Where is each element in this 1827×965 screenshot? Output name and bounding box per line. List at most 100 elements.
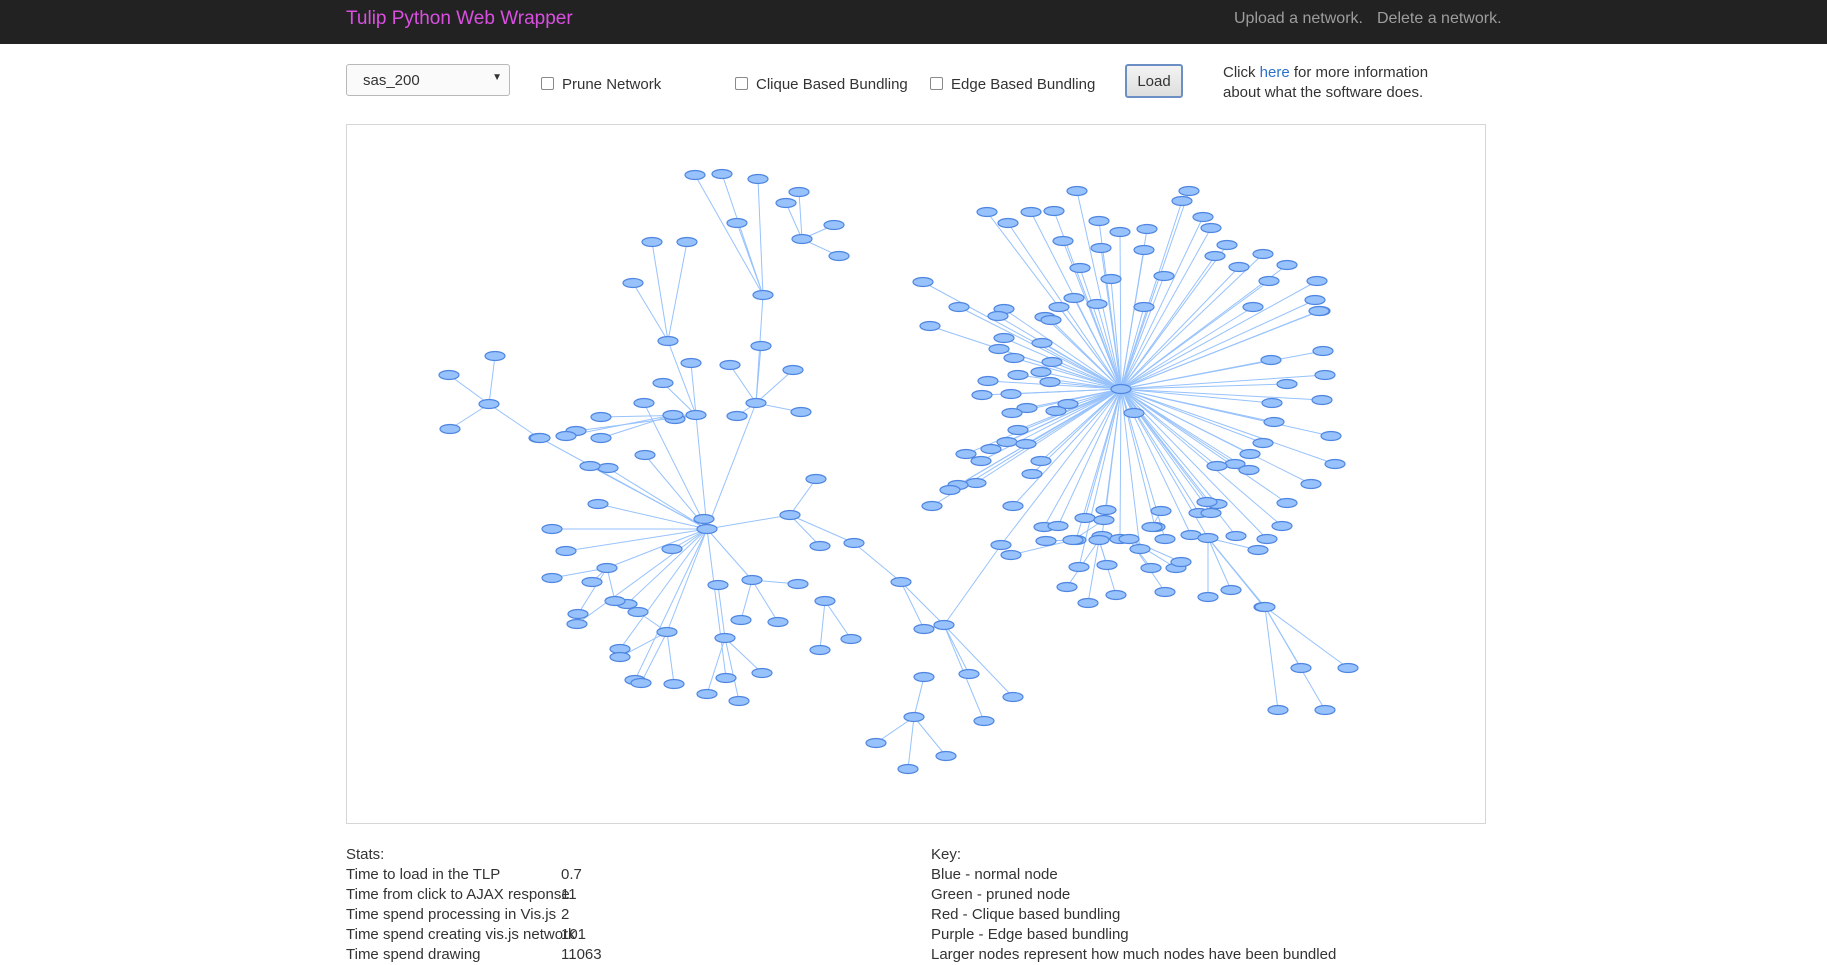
network-select[interactable]: sas_200 ▼ (346, 64, 510, 96)
graph-node[interactable] (1171, 195, 1193, 207)
graph-node[interactable] (1216, 239, 1238, 251)
graph-node[interactable] (1109, 226, 1131, 238)
graph-node[interactable] (973, 715, 995, 727)
graph-node[interactable] (1118, 533, 1140, 545)
graph-node[interactable] (1123, 407, 1145, 419)
graph-node[interactable] (596, 562, 618, 574)
graph-node[interactable] (555, 430, 577, 442)
graph-node[interactable] (1239, 448, 1261, 460)
graph-node[interactable] (1276, 497, 1298, 509)
graph-node[interactable] (990, 539, 1012, 551)
graph-node[interactable] (719, 359, 741, 371)
graph-node[interactable] (1276, 259, 1298, 271)
graph-node[interactable] (1015, 438, 1037, 450)
graph-node[interactable] (622, 277, 644, 289)
graph-node[interactable] (627, 606, 649, 618)
graph-node[interactable] (684, 169, 706, 181)
graph-node[interactable] (1096, 559, 1118, 571)
graph-node[interactable] (707, 579, 729, 591)
graph-node[interactable] (1088, 534, 1110, 546)
graph-node[interactable] (1290, 662, 1312, 674)
graph-node[interactable] (1200, 222, 1222, 234)
graph-node[interactable] (1220, 584, 1242, 596)
graph-node[interactable] (1068, 561, 1090, 573)
graph-node[interactable] (1337, 662, 1359, 674)
graph-node[interactable] (843, 537, 865, 549)
graph-node[interactable] (1192, 211, 1214, 223)
graph-node[interactable] (775, 197, 797, 209)
info-here-link[interactable]: here (1260, 64, 1290, 81)
graph-node[interactable] (1095, 504, 1117, 516)
graph-node[interactable] (751, 667, 773, 679)
graph-node[interactable] (1020, 206, 1042, 218)
graph-node[interactable] (726, 410, 748, 422)
graph-node[interactable] (541, 523, 563, 535)
graph-node[interactable] (1258, 275, 1280, 287)
graph-node[interactable] (1039, 376, 1061, 388)
graph-node[interactable] (661, 543, 683, 555)
graph-node[interactable] (685, 409, 707, 421)
graph-node[interactable] (997, 217, 1019, 229)
graph-node[interactable] (715, 672, 737, 684)
graph-node[interactable] (478, 398, 500, 410)
graph-node[interactable] (1308, 305, 1330, 317)
graph-node[interactable] (948, 301, 970, 313)
graph-node[interactable] (1267, 704, 1289, 716)
graph-node[interactable] (1069, 262, 1091, 274)
graph-node[interactable] (1021, 468, 1043, 480)
graph-node[interactable] (1100, 273, 1122, 285)
graph-node[interactable] (913, 671, 935, 683)
graph-node[interactable] (680, 357, 702, 369)
graph-node[interactable] (977, 375, 999, 387)
graph-node[interactable] (1133, 301, 1155, 313)
graph-node[interactable] (1320, 430, 1342, 442)
graph-node[interactable] (1090, 242, 1112, 254)
graph-node[interactable] (590, 432, 612, 444)
graph-node[interactable] (590, 411, 612, 423)
graph-node[interactable] (1030, 455, 1052, 467)
graph-node[interactable] (1045, 405, 1067, 417)
graph-node[interactable] (657, 335, 679, 347)
graph-node[interactable] (581, 576, 603, 588)
graph-node[interactable] (970, 455, 992, 467)
graph-node[interactable] (1254, 601, 1276, 613)
graph-node[interactable] (1000, 549, 1022, 561)
graph-node[interactable] (1110, 383, 1132, 395)
graph-node[interactable] (541, 572, 563, 584)
graph-node[interactable] (693, 513, 715, 525)
graph-node[interactable] (1063, 292, 1085, 304)
graph-node[interactable] (579, 460, 601, 472)
graph-node[interactable] (1242, 301, 1264, 313)
graph-node[interactable] (1263, 416, 1285, 428)
graph-node[interactable] (897, 763, 919, 775)
graph-node[interactable] (1306, 275, 1328, 287)
clique-bundling-checkbox[interactable] (735, 77, 748, 90)
graph-node[interactable] (1150, 505, 1172, 517)
graph-node[interactable] (1238, 464, 1260, 476)
graph-node[interactable] (1154, 533, 1176, 545)
graph-node[interactable] (484, 350, 506, 362)
graph-node[interactable] (652, 377, 674, 389)
graph-node[interactable] (439, 423, 461, 435)
graph-node[interactable] (529, 432, 551, 444)
graph-node[interactable] (587, 498, 609, 510)
graph-node[interactable] (767, 616, 789, 628)
graph-node[interactable] (805, 473, 827, 485)
graph-node[interactable] (779, 509, 801, 521)
graph-node[interactable] (913, 623, 935, 635)
graph-node[interactable] (971, 389, 993, 401)
prune-network-checkbox[interactable] (541, 77, 554, 90)
graph-node[interactable] (955, 448, 977, 460)
graph-node[interactable] (1048, 301, 1070, 313)
graph-node[interactable] (912, 276, 934, 288)
graph-node[interactable] (993, 332, 1015, 344)
graph-node[interactable] (696, 523, 718, 535)
graph-node[interactable] (890, 576, 912, 588)
graph-node[interactable] (1154, 586, 1176, 598)
edge-bundling-checkbox[interactable] (930, 77, 943, 90)
graph-node[interactable] (1136, 223, 1158, 235)
graph-node[interactable] (747, 173, 769, 185)
graph-node[interactable] (1105, 589, 1127, 601)
brand-link[interactable]: Tulip Python Web Wrapper (346, 8, 573, 30)
graph-node[interactable] (1129, 543, 1151, 555)
